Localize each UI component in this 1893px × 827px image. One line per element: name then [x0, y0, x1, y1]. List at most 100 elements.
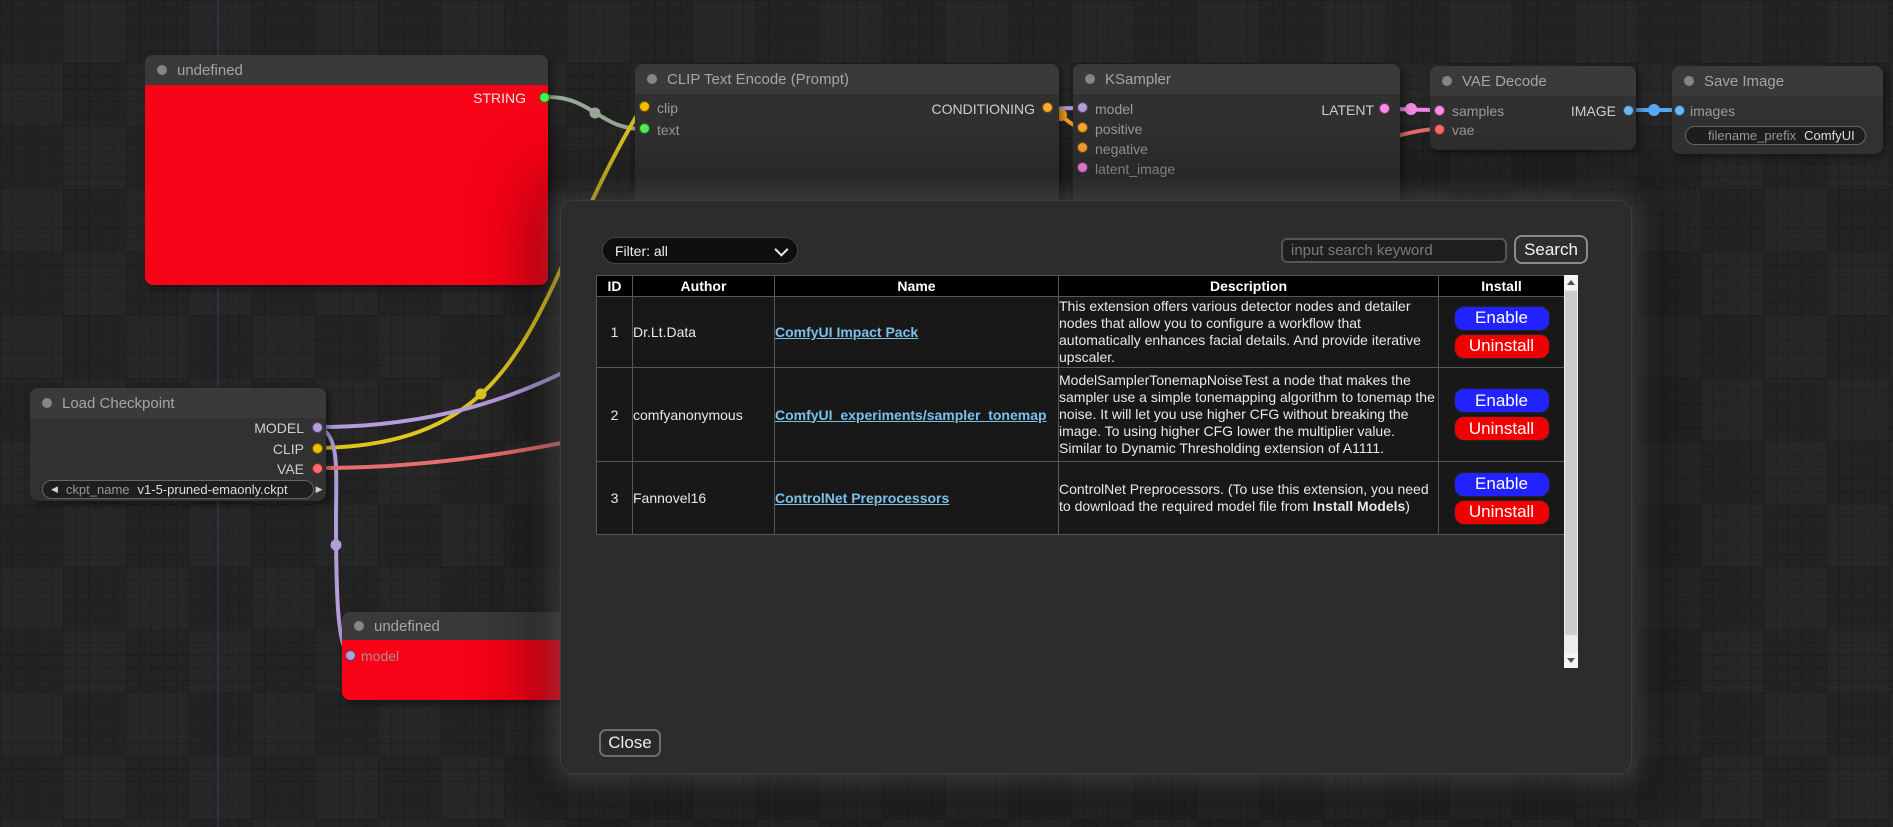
close-button[interactable]: Close — [599, 729, 661, 757]
output-label: CLIP — [273, 441, 304, 457]
input-label: model — [361, 648, 399, 664]
node-load-checkpoint[interactable]: Load Checkpoint MODEL CLIP VAE ◀ ckpt_na… — [30, 388, 326, 501]
output-port-vae[interactable] — [312, 463, 323, 474]
uninstall-button[interactable]: Uninstall — [1454, 500, 1550, 525]
enable-button[interactable]: Enable — [1454, 306, 1550, 331]
node-vae-decode[interactable]: VAE Decode samples vae IMAGE — [1430, 66, 1636, 150]
row-install-cell: Enable Uninstall — [1439, 462, 1565, 535]
input-port-model[interactable] — [1077, 102, 1088, 113]
output-label: VAE — [277, 461, 304, 477]
node-undefined-top[interactable]: undefined STRING — [145, 55, 548, 285]
scroll-up-arrow-icon[interactable] — [1564, 275, 1578, 290]
node-body: clip text CONDITIONING — [635, 94, 1059, 214]
header-install: Install — [1439, 276, 1565, 297]
node-ksampler[interactable]: KSampler model positive negative latent_… — [1073, 64, 1400, 214]
input-port-clip[interactable] — [639, 101, 650, 112]
extension-link[interactable]: ComfyUI Impact Pack — [775, 324, 918, 340]
description-text: This extension offers various detector n… — [1059, 298, 1421, 365]
uninstall-button[interactable]: Uninstall — [1454, 334, 1550, 359]
table-row: 1Dr.Lt.DataComfyUI Impact PackThis exten… — [597, 297, 1565, 368]
row-author: Fannovel16 — [633, 462, 775, 535]
output-label: IMAGE — [1571, 103, 1616, 119]
input-port-samples[interactable] — [1434, 105, 1445, 116]
output-port-clip[interactable] — [312, 443, 323, 454]
scrollbar[interactable] — [1564, 275, 1578, 668]
output-port-conditioning[interactable] — [1042, 102, 1053, 113]
header-id: ID — [597, 276, 633, 297]
filter-select[interactable]: Filter: all — [602, 237, 798, 264]
node-collapse-dot-icon[interactable] — [647, 74, 657, 84]
header-name: Name — [775, 276, 1059, 297]
node-undefined-bottom[interactable]: undefined model — [342, 612, 582, 700]
node-collapse-dot-icon[interactable] — [1442, 76, 1452, 86]
widget-value: v1-5-pruned-emaonly.ckpt — [138, 482, 316, 497]
table-header-row: ID Author Name Description Install — [597, 276, 1565, 297]
node-save-image[interactable]: Save Image images filename_prefix ComfyU… — [1672, 66, 1883, 154]
node-header: undefined — [145, 55, 548, 85]
table-row: 2comfyanonymousComfyUI_experiments/sampl… — [597, 368, 1565, 462]
input-port-model[interactable] — [345, 650, 356, 661]
node-title: CLIP Text Encode (Prompt) — [667, 71, 849, 88]
output-port-latent[interactable] — [1379, 103, 1390, 114]
input-label: latent_image — [1095, 161, 1175, 177]
enable-button[interactable]: Enable — [1454, 472, 1550, 497]
input-label: positive — [1095, 121, 1142, 137]
row-name-cell: ComfyUI Impact Pack — [775, 297, 1059, 368]
row-install-cell: Enable Uninstall — [1439, 297, 1565, 368]
widget-value: ComfyUI — [1804, 128, 1865, 143]
node-collapse-dot-icon[interactable] — [354, 621, 364, 631]
node-collapse-dot-icon[interactable] — [1085, 74, 1095, 84]
output-label: LATENT — [1321, 102, 1374, 118]
node-header: CLIP Text Encode (Prompt) — [635, 64, 1059, 94]
row-install-cell: Enable Uninstall — [1439, 368, 1565, 462]
output-port-string[interactable] — [539, 92, 550, 103]
scrollbar-thumb[interactable] — [1565, 291, 1577, 635]
search-input[interactable] — [1281, 238, 1507, 263]
node-collapse-dot-icon[interactable] — [42, 398, 52, 408]
extension-link[interactable]: ComfyUI_experiments/sampler_tonemap — [775, 407, 1047, 423]
uninstall-button[interactable]: Uninstall — [1454, 416, 1550, 441]
description-text: ) — [1405, 498, 1410, 514]
input-port-negative[interactable] — [1077, 142, 1088, 153]
input-port-latent-image[interactable] — [1077, 162, 1088, 173]
ckpt-name-widget[interactable]: ◀ ckpt_name v1-5-pruned-emaonly.ckpt ▶ — [42, 480, 314, 499]
filename-prefix-widget[interactable]: filename_prefix ComfyUI — [1685, 126, 1866, 145]
search-button[interactable]: Search — [1514, 235, 1588, 264]
node-title: Load Checkpoint — [62, 395, 175, 412]
node-body: model positive negative latent_image LAT… — [1073, 94, 1400, 214]
extension-manager-dialog: Filter: all Search ID Author Name Descri… — [560, 200, 1632, 774]
node-title: undefined — [177, 62, 243, 79]
row-description: ModelSamplerTonemapNoiseTest a node that… — [1059, 368, 1439, 462]
input-label: clip — [657, 100, 678, 116]
extension-table-container: ID Author Name Description Install 1Dr.L… — [596, 275, 1578, 668]
enable-button[interactable]: Enable — [1454, 388, 1550, 413]
graph-canvas[interactable]: undefined STRING CLIP Text Encode (Promp… — [0, 0, 1893, 827]
increment-arrow-icon[interactable]: ▶ — [316, 485, 323, 494]
node-header: undefined — [342, 612, 582, 640]
node-title: KSampler — [1105, 71, 1171, 88]
input-port-positive[interactable] — [1077, 122, 1088, 133]
input-label: images — [1690, 103, 1735, 119]
node-header: KSampler — [1073, 64, 1400, 94]
output-port-model[interactable] — [312, 422, 323, 433]
node-collapse-dot-icon[interactable] — [1684, 76, 1694, 86]
node-title: VAE Decode — [1462, 73, 1547, 90]
output-label: CONDITIONING — [932, 101, 1035, 117]
row-name-cell: ComfyUI_experiments/sampler_tonemap — [775, 368, 1059, 462]
node-body: MODEL CLIP VAE ◀ ckpt_name v1-5-pruned-e… — [30, 418, 326, 501]
output-label: STRING — [473, 90, 526, 106]
node-header: Save Image — [1672, 66, 1883, 96]
scroll-down-arrow-icon[interactable] — [1564, 653, 1578, 668]
input-port-vae[interactable] — [1434, 124, 1445, 135]
node-collapse-dot-icon[interactable] — [157, 65, 167, 75]
node-body: STRING — [145, 85, 548, 285]
row-id: 1 — [597, 297, 633, 368]
widget-label: ckpt_name — [66, 482, 130, 497]
input-label: model — [1095, 101, 1133, 117]
decrement-arrow-icon[interactable]: ◀ — [51, 485, 58, 494]
node-clip-text-encode[interactable]: CLIP Text Encode (Prompt) clip text COND… — [635, 64, 1059, 214]
input-port-text[interactable] — [639, 123, 650, 134]
output-port-image[interactable] — [1623, 105, 1634, 116]
input-port-images[interactable] — [1674, 105, 1685, 116]
extension-link[interactable]: ControlNet Preprocessors — [775, 490, 949, 506]
